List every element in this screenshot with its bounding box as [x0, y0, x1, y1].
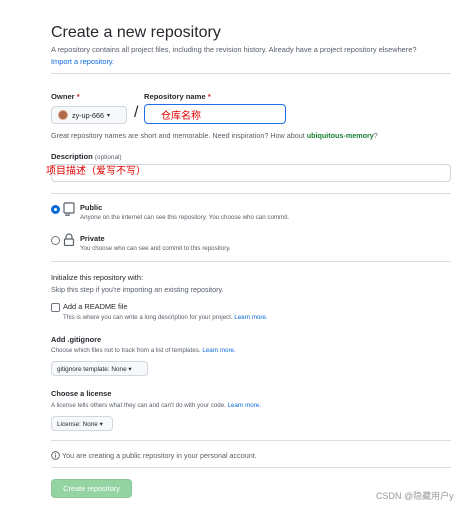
public-notice: You are creating a public repository in …: [62, 451, 257, 460]
owner-repo-separator: /: [134, 104, 139, 121]
lock-icon: [63, 233, 75, 246]
owner-label: Owner *: [51, 92, 80, 101]
gitignore-description: Choose which files not to track from a l…: [51, 347, 236, 354]
repo-icon: [63, 202, 75, 216]
chevron-down-icon: ▾: [106, 112, 110, 119]
private-radio[interactable]: [51, 236, 60, 245]
description-label: Description (optional): [51, 152, 122, 161]
license-learn-more-link[interactable]: Learn more.: [228, 402, 261, 409]
private-description: You choose who can see and commit to thi…: [80, 245, 231, 252]
info-icon: [51, 451, 60, 460]
divider: [51, 193, 451, 194]
gitignore-template-select[interactable]: gitignore template: None ▾: [51, 361, 148, 376]
import-repository-link[interactable]: Import a repository.: [51, 57, 114, 66]
public-radio[interactable]: [51, 205, 60, 214]
owner-value: zy-up-666: [72, 110, 104, 120]
readme-label: Add a README file: [63, 302, 128, 311]
readme-checkbox[interactable]: [51, 303, 60, 312]
initialize-hint: Skip this step if you're importing an ex…: [51, 285, 224, 294]
repo-name-label: Repository name *: [144, 92, 211, 101]
license-select[interactable]: License: None ▾: [51, 416, 113, 431]
owner-select[interactable]: zy-up-666 ▾: [51, 106, 127, 124]
page-subtitle: A repository contains all project files,…: [51, 45, 417, 54]
avatar: [58, 110, 68, 120]
public-label: Public: [80, 203, 103, 212]
watermark: CSDN @隐藏用户y: [376, 491, 454, 501]
page-title: Create a new repository: [51, 24, 221, 41]
initialize-title: Initialize this repository with:: [51, 273, 144, 282]
gitignore-learn-more-link[interactable]: Learn more.: [202, 347, 235, 354]
readme-description: This is where you can write a long descr…: [63, 314, 268, 321]
divider: [51, 467, 451, 468]
gitignore-title: Add .gitignore: [51, 335, 102, 344]
create-repository-button[interactable]: Create repository: [51, 479, 132, 498]
readme-learn-more-link[interactable]: Learn more.: [234, 314, 267, 321]
description-annotation: 项目描述（爱写不写）: [46, 166, 146, 177]
name-suggestion[interactable]: ubiquitous-memory: [307, 131, 374, 140]
divider: [51, 73, 451, 74]
divider: [51, 261, 451, 262]
license-title: Choose a license: [51, 389, 112, 398]
public-description: Anyone on the internet can see this repo…: [80, 214, 290, 221]
private-label: Private: [80, 234, 105, 243]
repository-name-input[interactable]: 仓库名称: [144, 104, 286, 124]
divider: [51, 440, 451, 441]
license-description: A license tells others what they can and…: [51, 402, 261, 409]
name-hint: Great repository names are short and mem…: [51, 131, 378, 140]
